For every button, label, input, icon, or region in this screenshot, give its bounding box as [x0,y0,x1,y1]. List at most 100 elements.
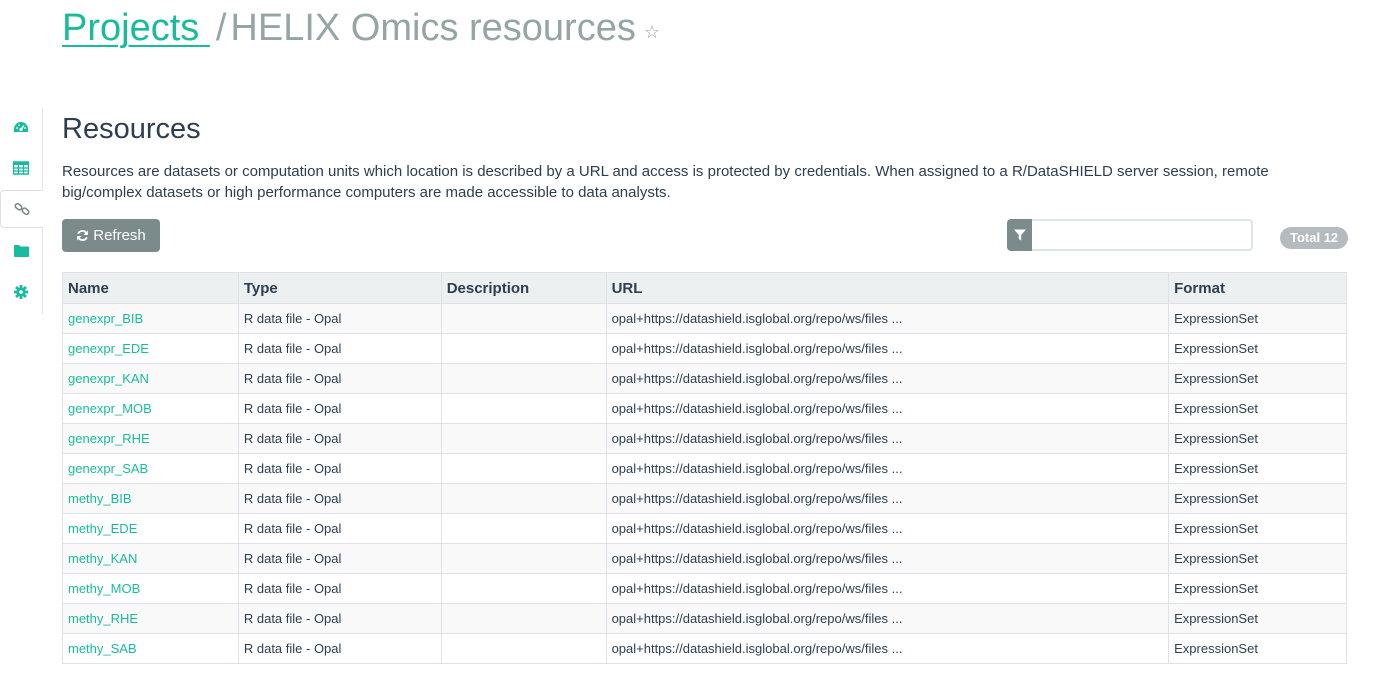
cell-format: ExpressionSet [1168,423,1347,454]
cell-description [440,633,607,664]
cell-description [440,483,607,514]
column-header-name[interactable]: Name [62,272,239,304]
column-header-description[interactable]: Description [440,272,607,304]
resource-name-link[interactable]: methy_BIB [68,491,132,506]
cell-type: R data file - Opal [237,483,442,514]
cell-format: ExpressionSet [1168,363,1347,394]
table-row: methy_KAN R data file - Opal opal+https://… [62,543,1347,574]
cell-name: methy_BIB [62,483,239,514]
resource-name-link[interactable]: methy_RHE [68,611,138,626]
nav-settings[interactable] [0,274,42,310]
cell-type: R data file - Opal [237,573,442,604]
cell-description [440,543,607,574]
nav-resources[interactable] [0,190,43,228]
table-row: methy_EDE R data file - Opal opal+https://… [62,513,1347,544]
cell-name: genexpr_KAN [62,363,239,394]
filter-input[interactable] [1032,219,1253,251]
cell-name: genexpr_EDE [62,333,239,364]
resource-name-link[interactable]: genexpr_KAN [68,371,149,386]
cell-description [440,393,607,424]
cell-type: R data file - Opal [237,543,442,574]
cell-url: opal+https://datashield.isglobal.org/rep… [605,423,1170,454]
cell-description [440,303,607,334]
breadcrumb-separator: / [215,7,227,49]
cell-name: genexpr_BIB [62,303,239,334]
table-row: genexpr_MOB R data file - Opal opal+https:… [62,393,1347,424]
cell-format: ExpressionSet [1168,483,1347,514]
column-header-format[interactable]: Format [1168,272,1347,304]
cell-description [440,453,607,484]
cell-description [440,333,607,364]
refresh-button[interactable]: Refresh [62,219,160,252]
cell-url: opal+https://datashield.isglobal.org/rep… [605,453,1170,484]
cell-type: R data file - Opal [237,333,442,364]
cell-type: R data file - Opal [237,453,442,484]
resource-name-link[interactable]: genexpr_SAB [68,461,148,476]
cell-name: methy_SAB [62,633,239,664]
cell-format: ExpressionSet [1168,333,1347,364]
cell-description [440,603,607,634]
page: Projects / HELIX Omics resources ☆ Resou… [0,0,1378,690]
cell-url: opal+https://datashield.isglobal.org/rep… [605,333,1170,364]
refresh-icon [76,229,89,242]
resource-name-link[interactable]: genexpr_RHE [68,431,150,446]
table-header-row: Name Type Description URL Format [62,272,1347,304]
resource-name-link[interactable]: genexpr_MOB [68,401,152,416]
nav-dashboard[interactable] [0,110,42,146]
cell-url: opal+https://datashield.isglobal.org/rep… [605,303,1170,334]
resource-name-link[interactable]: genexpr_BIB [68,311,143,326]
table-row: methy_RHE R data file - Opal opal+https://… [62,603,1347,634]
total-count-badge: Total 12 [1280,227,1349,249]
cell-format: ExpressionSet [1168,303,1347,334]
cell-url: opal+https://datashield.isglobal.org/rep… [605,633,1170,664]
filter-icon [1007,219,1032,251]
cell-format: ExpressionSet [1168,633,1347,664]
resource-name-link[interactable]: methy_SAB [68,641,137,656]
nav-tables[interactable] [0,150,42,186]
cell-type: R data file - Opal [237,363,442,394]
section-description: Resources are datasets or computation un… [62,163,1269,201]
cell-format: ExpressionSet [1168,513,1347,544]
cell-url: opal+https://datashield.isglobal.org/rep… [605,483,1170,514]
gear-icon [14,285,28,299]
refresh-label: Refresh [93,227,146,244]
resources-table: Name Type Description URL Format genexpr… [62,272,1347,664]
cell-description [440,513,607,544]
cell-url: opal+https://datashield.isglobal.org/rep… [605,573,1170,604]
resource-name-link[interactable]: methy_KAN [68,551,137,566]
project-sidenav [0,108,43,314]
cell-format: ExpressionSet [1168,573,1347,604]
resource-name-link[interactable]: methy_MOB [68,581,140,596]
cell-type: R data file - Opal [237,603,442,634]
breadcrumb-projects-link[interactable]: Projects [62,7,210,49]
table-icon [13,161,29,175]
cell-url: opal+https://datashield.isglobal.org/rep… [605,543,1170,574]
cell-name: genexpr_SAB [62,453,239,484]
dashboard-icon [14,122,28,132]
cell-type: R data file - Opal [237,423,442,454]
star-outline-icon[interactable]: ☆ [644,22,660,42]
cell-url: opal+https://datashield.isglobal.org/rep… [605,603,1170,634]
filter-group [1007,219,1253,251]
resource-name-link[interactable]: genexpr_EDE [68,341,149,356]
cell-format: ExpressionSet [1168,453,1347,484]
resource-name-link[interactable]: methy_EDE [68,521,137,536]
cell-name: genexpr_MOB [62,393,239,424]
breadcrumb: Projects / HELIX Omics resources ☆ [62,2,660,56]
link-icon [13,202,30,216]
cell-url: opal+https://datashield.isglobal.org/rep… [605,393,1170,424]
cell-type: R data file - Opal [237,513,442,544]
table-row: genexpr_SAB R data file - Opal opal+https:… [62,453,1347,484]
cell-description [440,573,607,604]
cell-type: R data file - Opal [237,633,442,664]
cell-format: ExpressionSet [1168,603,1347,634]
page-title: HELIX Omics resources [230,7,636,49]
nav-files[interactable] [0,232,42,268]
table-row: methy_MOB R data file - Opal opal+https://… [62,573,1347,604]
column-header-type[interactable]: Type [237,272,442,304]
cell-name: methy_MOB [62,573,239,604]
column-header-url[interactable]: URL [605,272,1170,304]
cell-type: R data file - Opal [237,303,442,334]
table-row: genexpr_RHE R data file - Opal opal+https:… [62,423,1347,454]
table-row: genexpr_EDE R data file - Opal opal+https:… [62,333,1347,364]
